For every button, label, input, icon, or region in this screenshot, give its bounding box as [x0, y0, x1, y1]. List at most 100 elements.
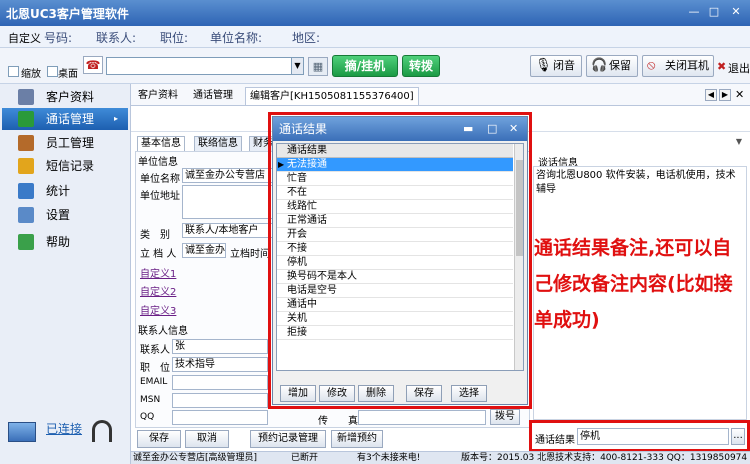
caller-info-bar: 自定义 号码: 联系人: 职位: 单位名称: 地区:	[0, 26, 750, 48]
list-item[interactable]: 拒接	[277, 326, 513, 340]
connection-status[interactable]: 已连接	[46, 420, 82, 437]
microphone-icon: 🎙	[535, 58, 552, 73]
type-field[interactable]: 联系人/本地客户	[182, 223, 274, 238]
unit-address-field[interactable]	[182, 185, 274, 219]
qq-field[interactable]	[172, 410, 268, 425]
fax-label: 传 真	[318, 416, 358, 427]
list-item[interactable]: 开会	[277, 228, 513, 242]
call-result-dialog: 通话结果 ▬ □ ✕ 通话结果 ▶ 无法接通 忙音 不在 线路忙 正常通话 开会…	[272, 116, 528, 405]
msn-field[interactable]	[172, 393, 268, 408]
list-item[interactable]: 关机	[277, 312, 513, 326]
tab-calls[interactable]: 通话管理	[189, 87, 237, 105]
title-bar: 北恩UC3客户管理软件 — □ ✕	[0, 0, 750, 26]
close-window-button[interactable]: ✕	[728, 5, 744, 19]
add-button[interactable]: 增加	[280, 385, 316, 402]
tab-scroll-right-button[interactable]: ▶	[719, 89, 731, 101]
sidebar-item-sms[interactable]: 短信记录	[2, 155, 128, 177]
unit-name-field[interactable]: 诚至金办公专营店	[182, 168, 274, 183]
select-button[interactable]: 选择	[451, 385, 487, 402]
list-item[interactable]: 正常通话	[277, 214, 513, 228]
info-region-label: 地区:	[292, 31, 321, 45]
status-version: 版本号：2015.03 北恩技术支持：400-8121-333 QQ：13198…	[461, 453, 748, 463]
chevron-right-icon: ▸	[114, 114, 119, 123]
custom1-link[interactable]: 自定义1	[140, 265, 176, 280]
shrink-checkbox[interactable]	[8, 66, 19, 77]
dial-button[interactable]: 拨号	[490, 409, 520, 425]
sidebar-item-staff[interactable]: 员工管理	[2, 132, 128, 154]
desktop-checkbox[interactable]	[47, 66, 58, 77]
list-item[interactable]: 忙音	[277, 172, 513, 186]
annotation-text: 通话结果备注,还可以自己修改备注内容(比如接单成功)	[534, 237, 733, 331]
mute-button[interactable]: 🎙 闭音	[530, 55, 582, 77]
dialog-maximize-button[interactable]: □	[487, 117, 497, 141]
custom-label[interactable]: 自定义	[8, 30, 41, 46]
pickup-hangup-button[interactable]: 摘/挂机	[332, 55, 398, 77]
minimize-button[interactable]: —	[686, 5, 702, 19]
hold-button[interactable]: 🎧 保留	[586, 55, 638, 77]
chevron-down-icon[interactable]: ▼	[291, 58, 303, 74]
list-item[interactable]: ▶ 无法接通	[277, 158, 513, 172]
phone-icon[interactable]: ☎	[83, 56, 103, 74]
dialog-save-button[interactable]: 保存	[406, 385, 442, 402]
list-item[interactable]: 电话是空号	[277, 284, 513, 298]
sidebar-item-settings[interactable]: 设置	[2, 204, 128, 226]
dialog-title-bar: 通话结果 ▬ □ ✕	[273, 117, 527, 141]
list-scrollbar[interactable]	[514, 144, 523, 370]
status-missed-calls[interactable]: 有3个未接来电!	[357, 452, 420, 464]
email-field[interactable]	[172, 375, 268, 390]
list-item[interactable]: 线路忙	[277, 200, 513, 214]
sidebar-item-stats[interactable]: 统计	[2, 180, 128, 202]
new-appointment-button[interactable]: 新增预约	[331, 430, 383, 448]
position-field[interactable]: 技术指导	[172, 357, 268, 372]
tab-scroll-left-button[interactable]: ◀	[705, 89, 717, 101]
call-result-field[interactable]: 停机	[577, 428, 729, 445]
headphones-icon: 🎧	[591, 58, 608, 73]
custom3-link[interactable]: 自定义3	[140, 302, 176, 317]
tab-contact-info[interactable]: 联络信息	[194, 136, 242, 151]
keypad-icon[interactable]: ▦	[308, 57, 328, 76]
info-position-label: 职位:	[160, 31, 189, 45]
delete-button[interactable]: 删除	[358, 385, 394, 402]
status-bar: 诚至金办公专营店[高级管理员] 已断开 有3个未接来电! 版本号：2015.03…	[131, 451, 750, 464]
creator-field[interactable]: 诚至金办公	[182, 243, 226, 258]
transfer-button[interactable]: 转拨	[402, 55, 440, 77]
custom2-link[interactable]: 自定义2	[140, 283, 176, 298]
list-item[interactable]: 通话中	[277, 298, 513, 312]
bar-chart-icon	[18, 183, 34, 199]
phone-book-icon	[18, 111, 34, 127]
tab-edit-customer[interactable]: 编辑客户[KH1505081155376400]	[245, 87, 419, 105]
cancel-button[interactable]: 取消	[185, 430, 229, 448]
contact-label: 联系人	[140, 345, 170, 356]
list-header: 通话结果	[277, 144, 513, 158]
exit-button[interactable]: 退出	[728, 60, 750, 76]
sidebar-item-customers[interactable]: 客户资料	[2, 86, 128, 108]
help-icon	[18, 234, 34, 250]
panel-dropdown-icon[interactable]: ▼	[732, 136, 746, 148]
dial-number-input[interactable]	[106, 57, 304, 75]
sidebar-item-help[interactable]: 帮助	[2, 231, 128, 253]
unit-address-label: 单位地址	[140, 191, 180, 202]
call-result-browse-button[interactable]: ...	[731, 428, 745, 445]
dialog-close-button[interactable]: ✕	[509, 117, 518, 141]
sidebar-item-calls[interactable]: 通话管理 ▸	[2, 108, 128, 130]
list-item[interactable]: 停机	[277, 256, 513, 270]
list-item[interactable]: 不在	[277, 186, 513, 200]
headset-icon	[92, 420, 112, 442]
appointment-records-button[interactable]: 预约记录管理	[250, 430, 326, 448]
contact-field[interactable]: 张	[172, 339, 268, 354]
row-pointer-icon: ▶	[278, 160, 285, 169]
tab-customers[interactable]: 客户资料	[134, 87, 182, 105]
edit-button[interactable]: 修改	[319, 385, 355, 402]
tab-basic-info[interactable]: 基本信息	[137, 136, 185, 151]
save-button[interactable]: 保存	[137, 430, 181, 448]
fax-field[interactable]	[358, 410, 486, 425]
close-headset-button[interactable]: ⦸ 关闭耳机	[642, 55, 714, 77]
list-item[interactable]: 不接	[277, 242, 513, 256]
list-item[interactable]: 换号码不是本人	[277, 270, 513, 284]
dialog-minimize-button[interactable]: ▬	[463, 117, 473, 141]
scrollbar-thumb[interactable]	[516, 160, 523, 256]
tab-close-button[interactable]: ✕	[735, 88, 744, 101]
desktop-label: 桌面	[58, 69, 78, 80]
maximize-button[interactable]: □	[706, 5, 722, 19]
position-label: 职 位	[140, 363, 170, 374]
